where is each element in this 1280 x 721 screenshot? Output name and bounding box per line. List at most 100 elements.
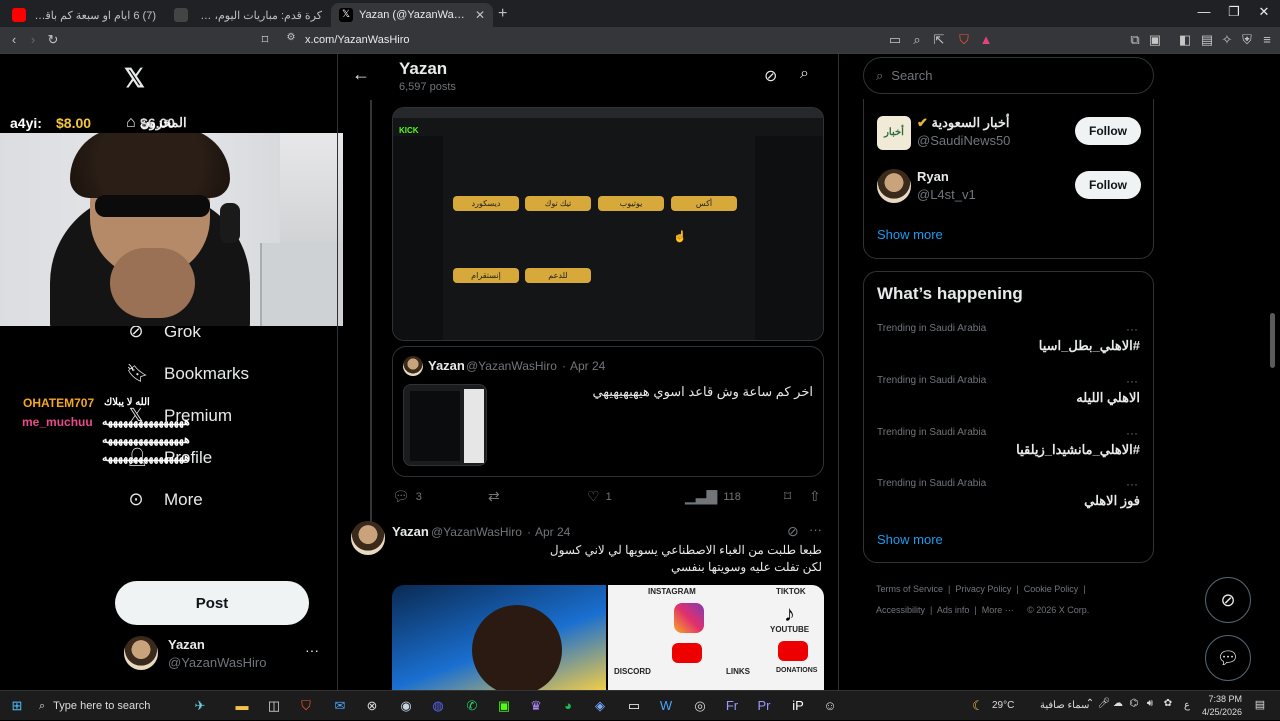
grok-icon[interactable]: ⊘	[764, 66, 777, 86]
obs-icon[interactable]: ◎	[690, 698, 710, 714]
terminal-icon[interactable]: ▭	[624, 698, 644, 714]
footer-link-terms[interactable]: Terms of Service	[876, 584, 943, 594]
bookmark-action[interactable]: ⌑	[784, 488, 791, 505]
leo-ai-icon[interactable]: ✧	[1218, 32, 1236, 48]
follow-button[interactable]: Follow	[1075, 117, 1141, 145]
input-language[interactable]: ع	[1184, 700, 1190, 711]
menu-icon[interactable]: ≡	[1258, 32, 1276, 47]
nav-item-more[interactable]: ⊙ More	[126, 489, 202, 510]
show-more-link[interactable]: Show more	[877, 532, 943, 547]
brave-shield-icon[interactable]: ⛉	[955, 32, 973, 48]
tab-search-icon[interactable]: ▣	[1146, 32, 1164, 48]
discord-icon[interactable]: ◍	[428, 698, 448, 714]
repost-action[interactable]: ⇄	[488, 488, 500, 505]
outlook-icon[interactable]: ✉	[330, 698, 350, 714]
trend-item[interactable]: Trending in Saudi Arabia ··· الاهلي اللي…	[864, 372, 1153, 422]
steam-icon[interactable]: ◉	[396, 698, 416, 714]
new-tab-button[interactable]: +	[498, 5, 507, 23]
windows-start-icon[interactable]: ⊞	[7, 698, 27, 714]
brave-rewards-icon[interactable]: ▲	[977, 32, 995, 47]
volume-icon[interactable]: 🔊︎	[1140, 698, 1160, 709]
vpn-icon[interactable]: ⛨	[1238, 32, 1256, 48]
like-action[interactable]: ♡ 1	[587, 488, 612, 505]
brave-browser-icon[interactable]: ⛉	[296, 698, 316, 714]
reload-icon[interactable]: ↻	[44, 32, 62, 48]
tab-youtube[interactable]: (7) 6 ايام او سبعة كم باقي على الرجعة	[4, 3, 164, 27]
clock-time[interactable]: 7:38 PM	[1208, 694, 1242, 704]
scrollbar-thumb[interactable]	[1270, 313, 1275, 368]
address-bar[interactable]: x.com/YazanWasHiro	[305, 34, 410, 46]
post-button[interactable]: Post	[115, 581, 309, 625]
trend-menu-icon[interactable]: ···	[1126, 426, 1138, 440]
minimize-button[interactable]: —	[1189, 4, 1219, 19]
views-action[interactable]: ▁▃▇ 118	[685, 488, 741, 505]
word-icon[interactable]: W	[656, 698, 676, 713]
close-tab-icon[interactable]: ✕	[475, 8, 485, 22]
spotify-icon[interactable]: ◕	[558, 698, 578, 713]
saudinews-avatar[interactable]: أخبار	[877, 116, 911, 150]
close-window-button[interactable]: ✕	[1249, 4, 1279, 20]
bookmark-page-icon[interactable]: ⌑	[256, 32, 274, 48]
trend-item[interactable]: Trending in Saudi Arabia ··· فوز الاهلي	[864, 475, 1153, 525]
quoted-media-thumbnail[interactable]	[403, 384, 487, 466]
weather-widget-art[interactable]: ✈	[180, 698, 220, 714]
game-launcher-icon[interactable]: ♛	[526, 698, 546, 714]
fresco-icon[interactable]: Fr	[722, 698, 742, 713]
grok-fab-button[interactable]: ⊘	[1205, 577, 1251, 623]
footer-link-more[interactable]: More ···	[982, 605, 1014, 615]
tab-x-profile[interactable]: 𝕏 Yazan (@YazanWasHiro) / X ✕	[331, 3, 493, 27]
follow-button[interactable]: Follow	[1075, 171, 1141, 199]
restore-button[interactable]: ❐	[1219, 4, 1249, 20]
nav-item-bookmarks[interactable]: 🔖︎ Bookmarks	[126, 363, 249, 384]
footer-link-accessibility[interactable]: Accessibility	[876, 605, 925, 615]
site-info-icon[interactable]: ⚙	[282, 32, 300, 43]
share-action[interactable]: ⇧	[809, 488, 821, 505]
grok-explain-icon[interactable]: ⊘	[787, 523, 799, 540]
post-menu-icon[interactable]: ···	[809, 522, 822, 537]
clock-date[interactable]: 4/25/2026	[1200, 707, 1242, 717]
page-scrollbar[interactable]	[1269, 54, 1280, 690]
ryan-avatar[interactable]	[877, 169, 911, 203]
file-explorer-icon[interactable]: ▬	[232, 698, 252, 713]
vpn-app-icon[interactable]: ◈	[590, 698, 610, 714]
tray-app-icon[interactable]: ✿	[1158, 698, 1178, 709]
search-input[interactable]: Search	[891, 68, 932, 83]
footer-link-ads[interactable]: Ads info	[937, 605, 970, 615]
cast-icon[interactable]: ▭	[886, 32, 904, 48]
trend-menu-icon[interactable]: ···	[1126, 374, 1138, 388]
avatar-app-icon[interactable]: ☺	[820, 698, 840, 713]
tab-football[interactable]: كرة قدم: مباريات اليوم، جدول الترتيب، إ.…	[166, 3, 330, 27]
post-media-social-links[interactable]: INSTAGRAM TIKTOK ♪ YOUTUBE DISCORD LINKS…	[608, 585, 824, 690]
show-more-link[interactable]: Show more	[877, 227, 943, 242]
wallet-icon[interactable]: ▤	[1198, 32, 1216, 48]
app-icon[interactable]: iP	[788, 698, 808, 713]
quoted-post[interactable]: Yazan @YazanWasHiro · Apr 24 اخر كم ساعة…	[392, 346, 824, 477]
kick-icon[interactable]: ▣	[494, 698, 514, 714]
xbox-icon[interactable]: ⊗	[362, 698, 382, 714]
whatsapp-icon[interactable]: ✆	[462, 698, 482, 714]
post-media-artwork[interactable]	[392, 585, 606, 690]
back-icon[interactable]: ‹	[5, 32, 23, 47]
trend-menu-icon[interactable]: ···	[1126, 477, 1138, 491]
forward-icon[interactable]: ›	[24, 32, 42, 47]
account-avatar[interactable]	[124, 636, 158, 670]
x-logo-icon[interactable]: 𝕏	[124, 63, 145, 94]
account-menu-icon[interactable]: ···	[305, 642, 319, 658]
trend-menu-icon[interactable]: ···	[1126, 322, 1138, 336]
messages-fab-button[interactable]: 💬︎	[1205, 635, 1251, 681]
store-icon[interactable]: ◫	[264, 698, 284, 714]
reply-action[interactable]: 💬︎ 3	[392, 488, 422, 505]
search-icon[interactable]: ⌕	[800, 65, 809, 83]
zoom-icon[interactable]: ⌕	[908, 32, 926, 48]
trend-item[interactable]: Trending in Saudi Arabia ··· #الاهلي_مان…	[864, 424, 1153, 474]
share-icon[interactable]: ⇱	[930, 32, 948, 48]
footer-link-cookie[interactable]: Cookie Policy	[1024, 584, 1079, 594]
back-arrow-icon[interactable]: ←	[352, 64, 370, 85]
search-box[interactable]: ⌕ Search	[863, 57, 1154, 94]
footer-link-privacy[interactable]: Privacy Policy	[955, 584, 1011, 594]
post-avatar[interactable]	[351, 521, 385, 555]
trend-item[interactable]: Trending in Saudi Arabia ··· #الاهلي_بطل…	[864, 320, 1153, 370]
taskbar-search-input[interactable]: Type here to search	[53, 700, 150, 712]
sidebar-icon[interactable]: ◧	[1176, 32, 1194, 48]
premiere-icon[interactable]: Pr	[754, 698, 774, 713]
